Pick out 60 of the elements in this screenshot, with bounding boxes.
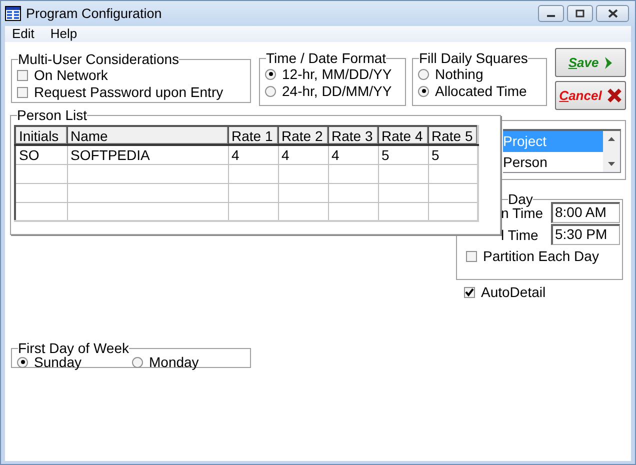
column-header[interactable]: Rate 3: [328, 126, 378, 145]
radio-label: 24-hr, DD/MM/YY: [282, 83, 392, 99]
column-header[interactable]: Rate 5: [428, 126, 478, 145]
scroll-down-icon[interactable]: [608, 162, 615, 166]
table-cell[interactable]: SO: [15, 145, 67, 164]
save-button[interactable]: Save: [555, 48, 626, 77]
checkbox[interactable]: [17, 70, 28, 80]
radio-button[interactable]: [418, 68, 429, 80]
input-field[interactable]: 5:30 PM: [551, 224, 620, 245]
group-title: First Day of Week: [18, 342, 129, 355]
column-header[interactable]: Rate 2: [278, 126, 328, 145]
radio-button[interactable]: [132, 356, 143, 368]
column-header[interactable]: Initials: [15, 126, 67, 145]
table-cell[interactable]: 4: [328, 145, 378, 164]
list-box[interactable]: Project Person: [503, 129, 621, 173]
checkbox[interactable]: [17, 86, 28, 98]
radio-label: Nothing: [435, 66, 484, 82]
cancel-button[interactable]: Cancel: [555, 81, 626, 110]
input-field[interactable]: 8:00 AM: [551, 202, 620, 223]
radio-button[interactable]: [265, 86, 276, 96]
scrollbar[interactable]: [603, 131, 620, 172]
checkbox[interactable]: [464, 286, 475, 298]
table-cell[interactable]: 4: [228, 145, 278, 164]
menu-item[interactable]: Help: [43, 26, 86, 42]
maximize-icon: [575, 9, 585, 18]
field-label: l Time: [500, 226, 540, 242]
checkbox-label: AutoDetail: [481, 284, 546, 300]
list-item[interactable]: Person: [503, 152, 603, 173]
group-title: Fill Daily Squares: [419, 52, 528, 65]
radio-button[interactable]: [418, 86, 429, 96]
radio-label: 12-hr, MM/DD/YY: [282, 66, 392, 82]
scroll-up-icon[interactable]: [608, 137, 615, 141]
radio-label: Monday: [149, 354, 199, 370]
radio-label: Allocated Time: [435, 83, 527, 99]
radio-button[interactable]: [265, 68, 276, 80]
group-title: Multi-User Considerations: [18, 53, 180, 66]
maximize-button[interactable]: [567, 5, 593, 22]
arrow-icon: [604, 56, 613, 70]
table-cell[interactable]: 5: [428, 145, 478, 164]
table-cell[interactable]: SOFTPEDIA: [67, 145, 228, 164]
column-header[interactable]: Rate 4: [378, 126, 428, 145]
group-title: Day: [508, 193, 533, 206]
window-title: Program Configuration: [26, 6, 162, 21]
app-icon: [5, 6, 21, 21]
checkbox-label: On Network: [34, 67, 108, 83]
checkbox-label: Partition Each Day: [483, 248, 599, 264]
radio-button[interactable]: [17, 356, 28, 368]
table-cell[interactable]: 5: [378, 145, 428, 164]
close-button[interactable]: [596, 5, 629, 22]
checkbox-label: Request Password upon Entry: [34, 84, 224, 100]
group-title: Time / Date Format: [266, 52, 386, 65]
minimize-button[interactable]: [538, 5, 564, 22]
group-title: Person List: [17, 109, 88, 122]
table-cell[interactable]: 4: [278, 145, 328, 164]
checkbox[interactable]: [466, 250, 477, 262]
close-icon: [608, 9, 618, 18]
column-header[interactable]: Rate 1: [228, 126, 278, 145]
close-icon: [606, 88, 622, 103]
menu-item[interactable]: Edit: [5, 26, 44, 42]
column-header[interactable]: Name: [67, 126, 228, 145]
